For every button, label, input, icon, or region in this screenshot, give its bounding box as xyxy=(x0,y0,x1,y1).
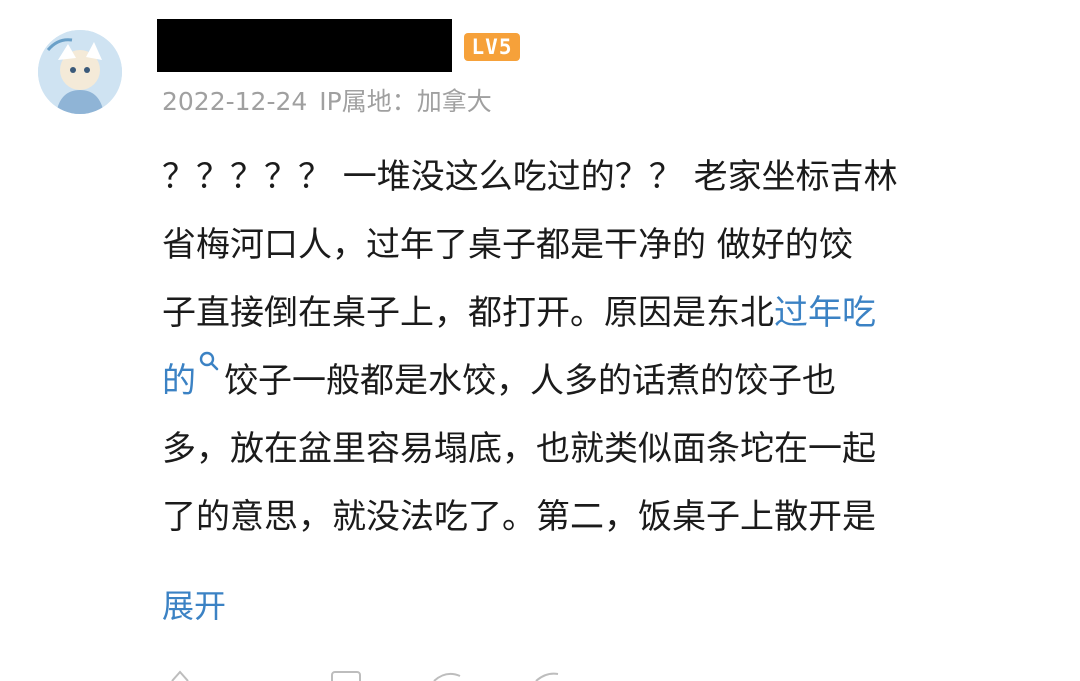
expand-button[interactable]: 展开 xyxy=(162,584,226,628)
action-bar xyxy=(0,668,1080,681)
comment-line: 子直接倒在桌子上，都打开。原因是东北过年吃 xyxy=(162,279,1042,347)
comment-line: 省梅河口人，过年了桌子都是干净的 做好的饺 xyxy=(162,225,853,265)
comment-line: 的饺子一般都是水饺，人多的话煮的饺子也 xyxy=(162,347,1042,415)
avatar-image xyxy=(38,30,122,114)
dislike-icon[interactable] xyxy=(330,670,366,681)
comment-line-text: 饺子一般都是水饺，人多的话煮的饺子也 xyxy=(224,361,836,401)
comment-body: ？？？？？ 一堆没这么吃过的？？ 老家坐标吉林 省梅河口人，过年了桌子都是干净的… xyxy=(162,143,1042,551)
username-redacted xyxy=(157,19,452,72)
comment-date: 2022-12-24 xyxy=(162,87,308,116)
share-icon[interactable] xyxy=(530,670,566,681)
search-link-part1[interactable]: 过年吃 xyxy=(774,293,876,333)
level-badge: LV5 xyxy=(464,33,520,61)
comment-line: 多，放在盆里容易塌底，也就类似面条坨在一起 xyxy=(162,429,876,469)
comment-line-text: 子直接倒在桌子上，都打开。原因是东北 xyxy=(162,293,774,333)
comment-line: 了的意思，就没法吃了。第二，饭桌子上散开是 xyxy=(162,497,876,537)
search-link-part2[interactable]: 的 xyxy=(162,361,196,401)
ip-location: IP属地：加拿大 xyxy=(319,87,492,116)
search-icon[interactable] xyxy=(198,350,220,374)
reply-icon[interactable] xyxy=(430,670,466,681)
avatar[interactable] xyxy=(38,30,122,114)
like-icon[interactable] xyxy=(168,670,204,681)
comment-meta: 2022-12-24 IP属地：加拿大 xyxy=(162,84,504,120)
comment-line: ？？？？？ 一堆没这么吃过的？？ 老家坐标吉林 xyxy=(162,157,898,197)
